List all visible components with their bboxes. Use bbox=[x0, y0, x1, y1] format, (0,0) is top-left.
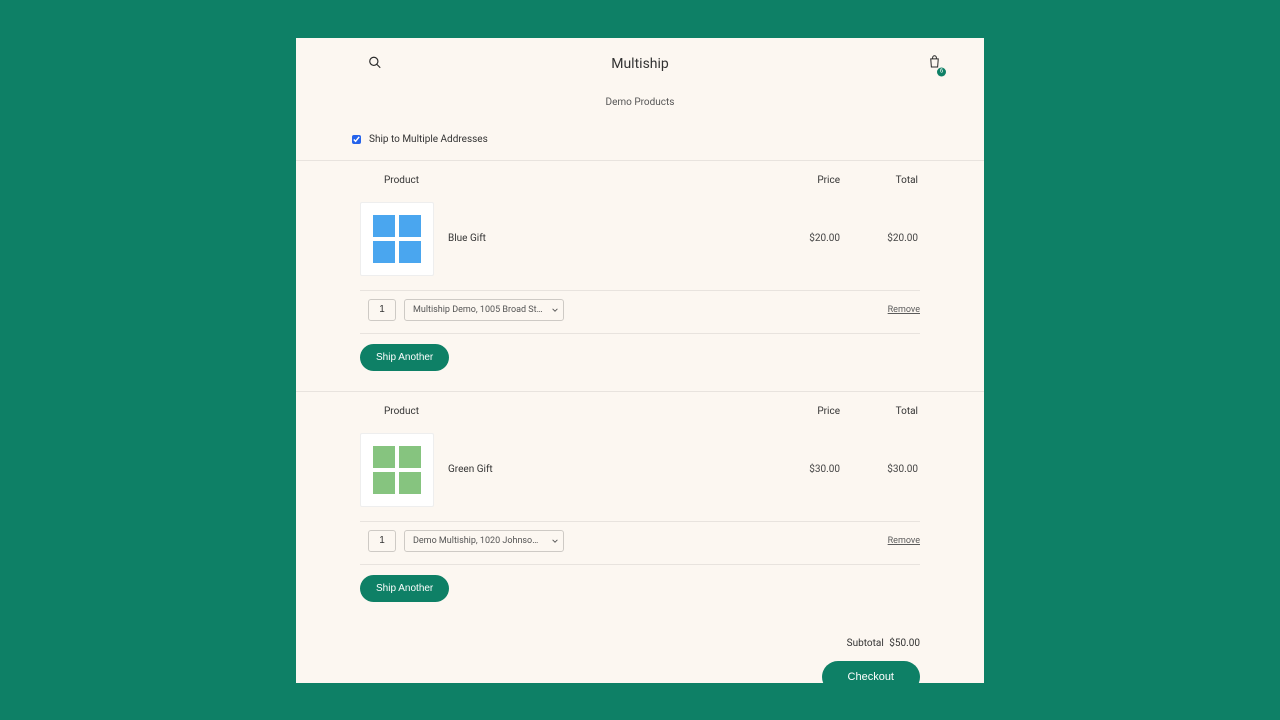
product-total: $30.00 bbox=[840, 464, 920, 475]
chevron-down-icon bbox=[552, 305, 558, 315]
product-row: Blue Gift $20.00 $20.00 bbox=[360, 196, 920, 290]
col-price-header: Price bbox=[760, 406, 840, 417]
chevron-down-icon bbox=[552, 536, 558, 546]
address-select-text: Demo Multiship, 1020 Johnson St., Victo.… bbox=[413, 536, 543, 546]
cart-footer: Subtotal $50.00 Checkout bbox=[296, 622, 984, 683]
checkout-button[interactable]: Checkout bbox=[822, 661, 920, 683]
table-header: Product Price Total bbox=[360, 161, 920, 196]
address-select-text: Multiship Demo, 1005 Broad St. 303, Vict… bbox=[413, 305, 543, 315]
cart-icon[interactable]: 6 bbox=[927, 54, 942, 73]
col-product-header: Product bbox=[360, 406, 760, 417]
product-name[interactable]: Green Gift bbox=[448, 464, 493, 475]
product-row: Green Gift $30.00 $30.00 bbox=[360, 427, 920, 521]
product-price: $20.00 bbox=[760, 233, 840, 244]
table-header: Product Price Total bbox=[360, 392, 920, 427]
product-thumb bbox=[360, 202, 434, 276]
header: Multiship 6 bbox=[296, 38, 984, 90]
app-window: Multiship 6 Demo Products Ship to Multip… bbox=[296, 38, 984, 683]
shipment-row: Multiship Demo, 1005 Broad St. 303, Vict… bbox=[360, 291, 920, 333]
product-name[interactable]: Blue Gift bbox=[448, 233, 486, 244]
product-info: Green Gift bbox=[360, 433, 760, 507]
remove-link[interactable]: Remove bbox=[888, 305, 920, 315]
col-price-header: Price bbox=[760, 175, 840, 186]
product-price: $30.00 bbox=[760, 464, 840, 475]
multiship-toggle: Ship to Multiple Addresses bbox=[342, 127, 938, 152]
search-icon[interactable] bbox=[368, 54, 382, 73]
product-total: $20.00 bbox=[840, 233, 920, 244]
ship-another-button[interactable]: Ship Another bbox=[360, 344, 449, 371]
quantity-input[interactable] bbox=[368, 530, 396, 552]
cart-badge: 6 bbox=[937, 67, 946, 76]
gift-icon bbox=[373, 446, 421, 494]
col-total-header: Total bbox=[840, 175, 920, 186]
brand-title: Multiship bbox=[611, 56, 669, 72]
subtotal-label: Subtotal bbox=[847, 638, 884, 649]
subtotal: Subtotal $50.00 bbox=[360, 638, 920, 649]
ship-another-button[interactable]: Ship Another bbox=[360, 575, 449, 602]
quantity-input[interactable] bbox=[368, 299, 396, 321]
subtotal-value: $50.00 bbox=[889, 638, 920, 649]
product-thumb bbox=[360, 433, 434, 507]
gift-icon bbox=[373, 215, 421, 263]
nav-links: Demo Products bbox=[296, 90, 984, 127]
multiship-checkbox[interactable] bbox=[352, 135, 361, 144]
nav-link-demo-products[interactable]: Demo Products bbox=[606, 97, 675, 108]
product-block: Product Price Total Blue Gift $20.00 $20… bbox=[296, 160, 984, 334]
shipment-row: Demo Multiship, 1020 Johnson St., Victo.… bbox=[360, 522, 920, 564]
col-product-header: Product bbox=[360, 175, 760, 186]
product-info: Blue Gift bbox=[360, 202, 760, 276]
multiship-label: Ship to Multiple Addresses bbox=[369, 134, 488, 145]
col-total-header: Total bbox=[840, 406, 920, 417]
product-block: Product Price Total Green Gift $30.00 $3… bbox=[296, 391, 984, 565]
address-select[interactable]: Demo Multiship, 1020 Johnson St., Victo.… bbox=[404, 530, 564, 552]
address-select[interactable]: Multiship Demo, 1005 Broad St. 303, Vict… bbox=[404, 299, 564, 321]
remove-link[interactable]: Remove bbox=[888, 536, 920, 546]
